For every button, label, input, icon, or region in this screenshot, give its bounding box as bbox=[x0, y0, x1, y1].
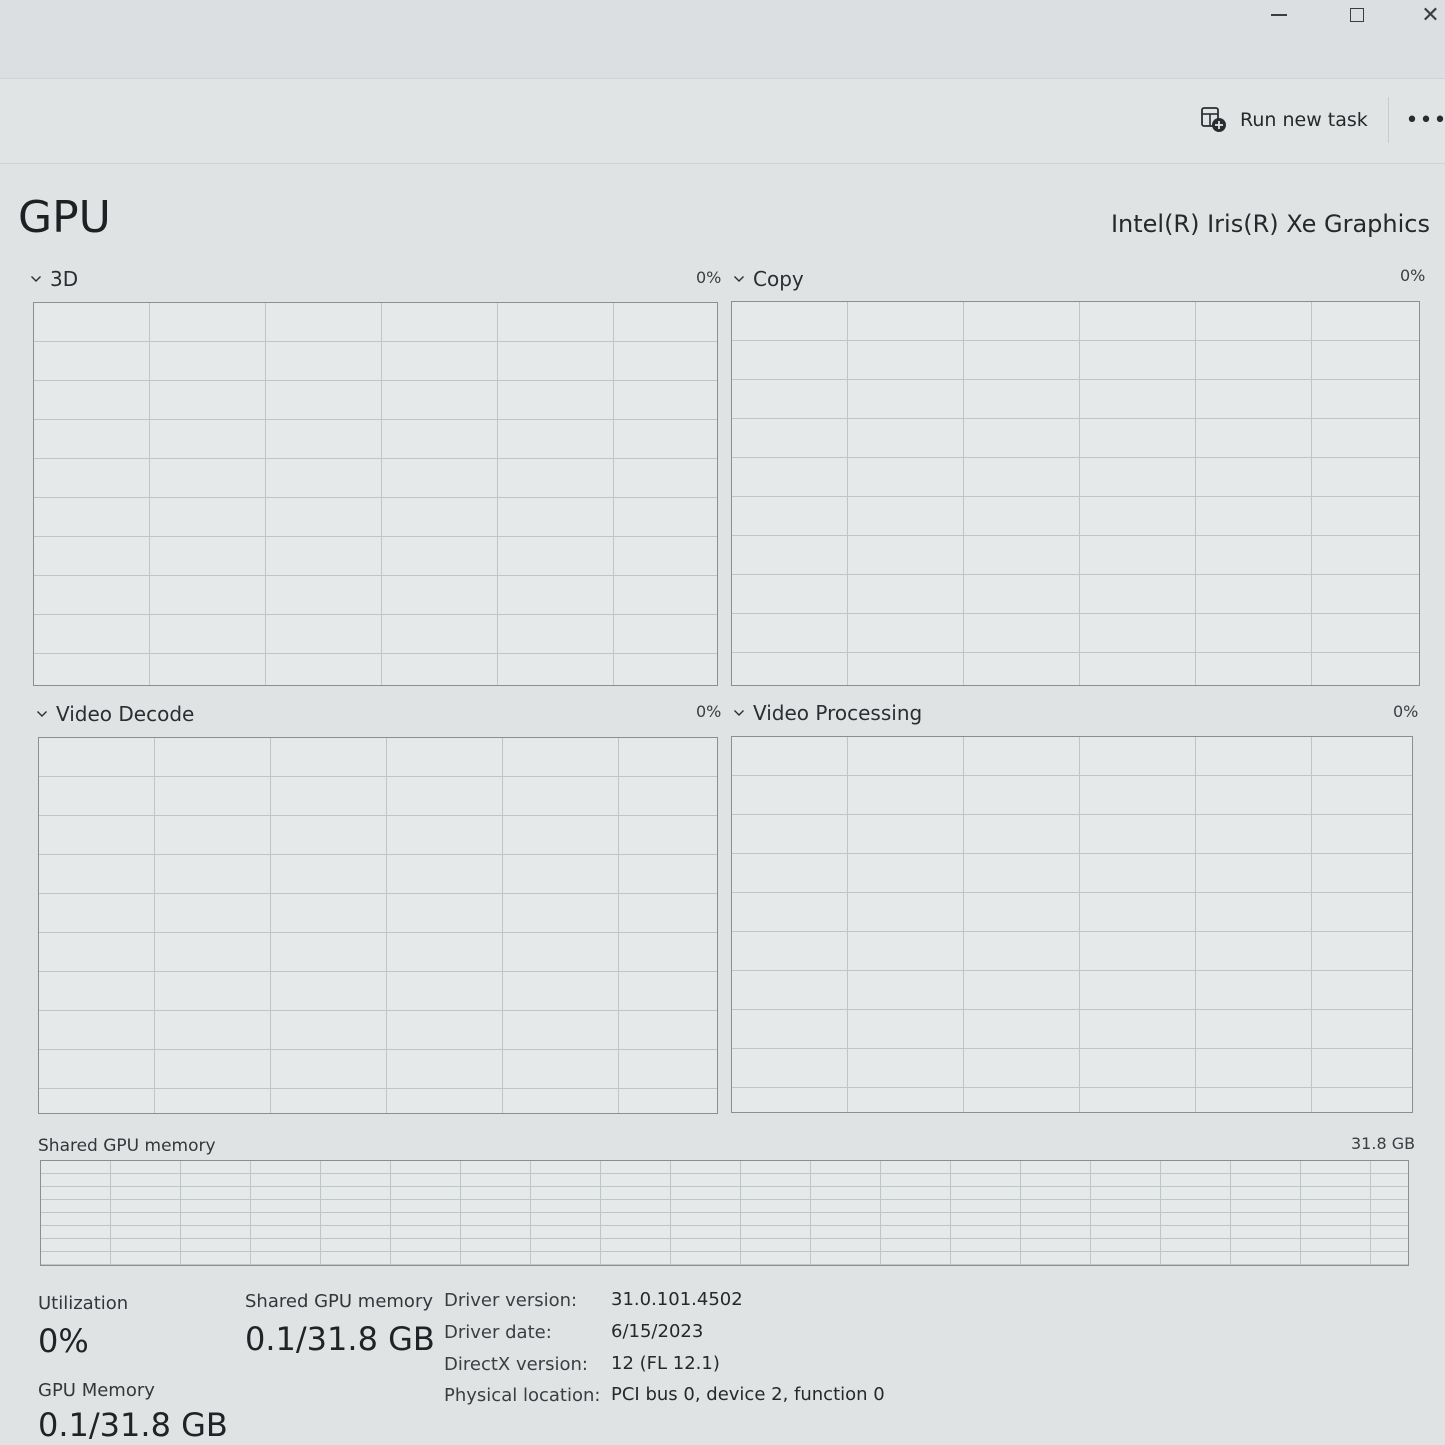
page-title: GPU bbox=[18, 192, 111, 243]
toolbar: Run new task ••• bbox=[0, 79, 1445, 164]
engine-percent: 0% bbox=[696, 702, 722, 721]
run-task-icon bbox=[1201, 107, 1226, 132]
engine-percent: 0% bbox=[1393, 702, 1419, 721]
adapter-name: Intel(R) Iris(R) Xe Graphics bbox=[1110, 210, 1430, 238]
toolbar-separator bbox=[1388, 97, 1389, 143]
engine-graph-copy bbox=[731, 301, 1420, 686]
engine-selector-copy[interactable]: Copy bbox=[733, 267, 804, 291]
engine-label: Video Processing bbox=[753, 701, 923, 725]
physical-location-value: PCI bus 0, device 2, function 0 bbox=[611, 1384, 885, 1405]
shared-memory-label: Shared GPU memory bbox=[245, 1291, 433, 1312]
gpu-memory-label: GPU Memory bbox=[38, 1380, 155, 1401]
title-bar: ✕ bbox=[0, 0, 1445, 79]
chevron-down-icon bbox=[37, 711, 47, 717]
more-options-button[interactable]: ••• bbox=[1406, 97, 1445, 143]
maximize-button[interactable] bbox=[1340, 0, 1374, 30]
utilization-value: 0% bbox=[38, 1322, 89, 1360]
shared-memory-graph-label: Shared GPU memory bbox=[38, 1136, 216, 1156]
engine-graph-3d bbox=[33, 302, 718, 686]
directx-version-label: DirectX version: bbox=[444, 1354, 588, 1375]
engine-selector-3d[interactable]: 3D bbox=[30, 267, 78, 291]
run-new-task-label: Run new task bbox=[1240, 109, 1368, 131]
shared-memory-graph-max: 31.8 GB bbox=[1351, 1134, 1416, 1153]
physical-location-label: Physical location: bbox=[444, 1385, 601, 1406]
driver-date-value: 6/15/2023 bbox=[611, 1321, 704, 1342]
chevron-down-icon bbox=[31, 276, 41, 282]
engine-percent: 0% bbox=[696, 268, 722, 287]
driver-version-label: Driver version: bbox=[444, 1290, 578, 1311]
engine-selector-video-processing[interactable]: Video Processing bbox=[733, 701, 922, 725]
engine-label: 3D bbox=[50, 267, 79, 291]
chevron-down-icon bbox=[734, 276, 744, 282]
engine-graph-video-processing bbox=[731, 736, 1413, 1113]
chevron-down-icon bbox=[734, 710, 744, 716]
utilization-label: Utilization bbox=[38, 1293, 129, 1314]
close-button[interactable]: ✕ bbox=[1416, 0, 1445, 30]
engine-graph-video-decode bbox=[38, 737, 718, 1114]
directx-version-value: 12 (FL 12.1) bbox=[611, 1353, 720, 1374]
run-new-task-button[interactable]: Run new task bbox=[1200, 103, 1368, 137]
engine-percent: 0% bbox=[1400, 266, 1426, 285]
driver-version-value: 31.0.101.4502 bbox=[611, 1289, 743, 1310]
engine-selector-video-decode[interactable]: Video Decode bbox=[36, 702, 194, 726]
gpu-memory-value: 0.1/31.8 GB bbox=[38, 1406, 228, 1444]
close-icon: ✕ bbox=[1421, 2, 1440, 28]
driver-date-label: Driver date: bbox=[444, 1322, 552, 1343]
engine-label: Copy bbox=[753, 267, 804, 291]
engine-label: Video Decode bbox=[56, 702, 195, 726]
shared-memory-value: 0.1/31.8 GB bbox=[245, 1320, 435, 1358]
shared-memory-graph bbox=[40, 1160, 1409, 1266]
minimize-button[interactable] bbox=[1262, 0, 1296, 30]
